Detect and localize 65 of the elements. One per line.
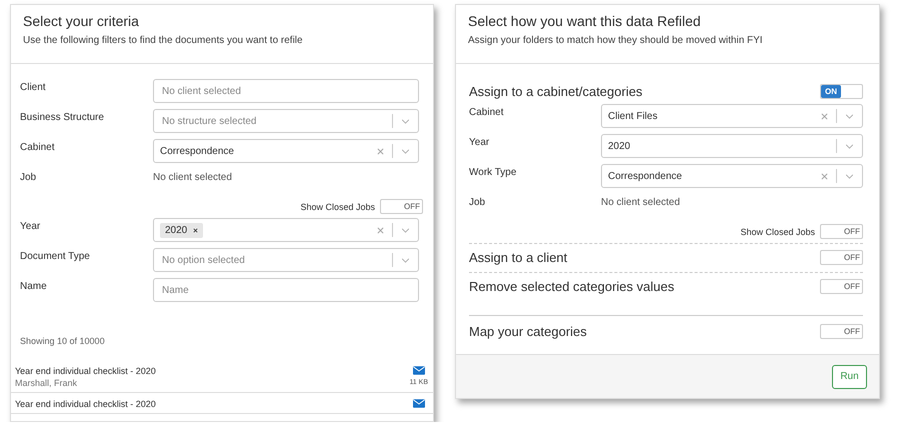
clear-icon[interactable] <box>377 226 384 234</box>
field-label: Cabinet <box>20 141 56 153</box>
clear-icon[interactable] <box>821 112 828 120</box>
select-field[interactable]: No option selected <box>153 248 419 272</box>
chevron-icon[interactable] <box>401 118 410 124</box>
select-field[interactable]: Correspondence <box>601 164 863 188</box>
chevron-icon[interactable] <box>401 258 410 262</box>
chevron-icon[interactable] <box>845 174 854 178</box>
select-field[interactable]: Correspondence <box>153 139 419 163</box>
document-title: Year end individual checklist - 2020 <box>15 399 156 409</box>
field-label: Business Structure <box>20 111 105 123</box>
toggle-label: Show Closed Jobs <box>300 202 375 212</box>
field-label: Year <box>20 220 42 232</box>
toggle-switch[interactable]: OFF <box>820 324 863 338</box>
remove-icon[interactable] <box>193 228 198 232</box>
field-label: Job <box>469 196 486 208</box>
field-label: Client <box>20 81 47 93</box>
clear-icon[interactable] <box>377 148 384 154</box>
field-label: Name <box>20 280 48 292</box>
select-value: No structure selected <box>161 116 258 126</box>
result-count: Showing 10 of 10000 <box>20 336 106 346</box>
tag-chip: 2020 <box>160 222 204 238</box>
section-title: Map your categories <box>469 324 587 338</box>
input-field[interactable]: Name <box>153 278 419 302</box>
field-label: Work Type <box>469 166 518 178</box>
field-label: Job <box>20 171 38 183</box>
document-title: Year end individual checklist - 2020 <box>15 366 156 376</box>
field-label: Cabinet <box>469 106 504 118</box>
run-button[interactable]: Run <box>832 364 867 388</box>
field-label: Year <box>469 136 490 148</box>
toggle-switch[interactable]: OFF <box>820 224 863 239</box>
panel-subtitle: Assign your folders to match how they should be moved within FYI <box>468 35 764 46</box>
field-value: No client selected <box>601 196 680 208</box>
panel-subtitle: Use the following filters to find the documents you want to refile <box>23 35 304 46</box>
section-title: Assign to a cabinet/categories <box>469 84 642 98</box>
toggle-label: Show Closed Jobs <box>740 226 815 236</box>
document-client: Marshall, Frank <box>15 378 78 388</box>
panel-title: Select how you want this data Refiled <box>468 13 702 29</box>
envelope-icon <box>413 366 425 375</box>
chevron-icon[interactable] <box>401 228 410 232</box>
toggle-switch[interactable]: OFF <box>820 250 863 264</box>
select-field[interactable]: Client Files <box>601 104 863 128</box>
input-field[interactable]: No client selected <box>153 79 419 103</box>
section-title: Remove selected categories values <box>469 278 674 294</box>
select-field[interactable]: 2020 <box>601 134 863 158</box>
select-value: 2020 <box>608 140 632 152</box>
select-value: Correspondence <box>160 146 235 156</box>
toggle-switch[interactable]: ON <box>820 84 863 98</box>
document-item[interactable]: Year end individual checklist - 2020 <box>11 393 433 414</box>
field-label: Document Type <box>20 250 91 262</box>
panel-title: Select your criteria <box>23 13 140 29</box>
select-value: No option selected <box>161 254 246 266</box>
section-title: Assign to a client <box>469 250 568 264</box>
select-field[interactable]: No structure selected <box>153 109 419 133</box>
clear-icon[interactable] <box>821 172 828 180</box>
chevron-icon[interactable] <box>845 144 854 148</box>
select-field[interactable]: 2020 <box>153 218 419 242</box>
toggle-switch[interactable]: OFF <box>380 199 423 214</box>
field-value: No client selected <box>153 171 232 183</box>
toggle-switch[interactable]: OFF <box>820 278 863 294</box>
chevron-icon[interactable] <box>845 114 854 118</box>
chevron-icon[interactable] <box>401 148 410 154</box>
select-value: Client Files <box>608 110 658 122</box>
select-value: Correspondence <box>608 170 683 182</box>
envelope-icon <box>413 399 425 408</box>
